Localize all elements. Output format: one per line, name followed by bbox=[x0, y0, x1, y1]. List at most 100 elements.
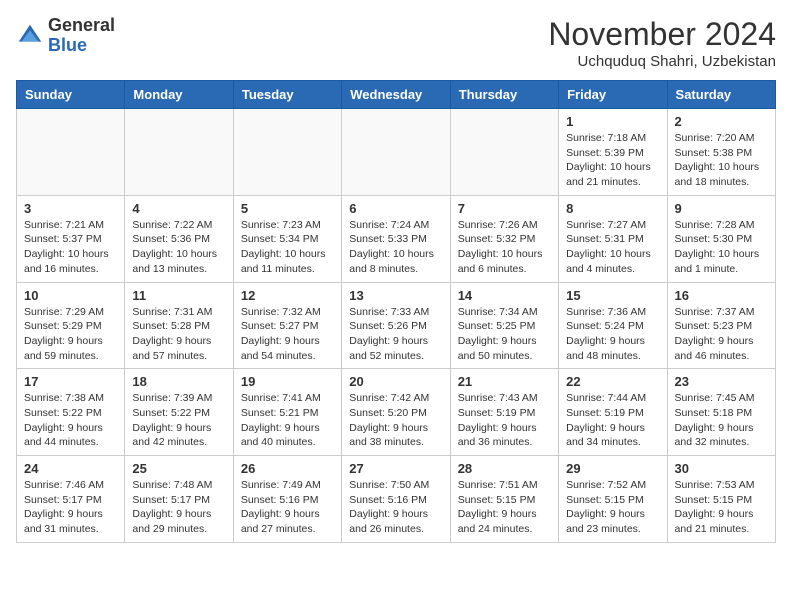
calendar-cell: 13Sunrise: 7:33 AM Sunset: 5:26 PM Dayli… bbox=[342, 282, 450, 369]
day-info: Sunrise: 7:39 AM Sunset: 5:22 PM Dayligh… bbox=[132, 391, 225, 450]
day-info: Sunrise: 7:41 AM Sunset: 5:21 PM Dayligh… bbox=[241, 391, 334, 450]
day-number: 19 bbox=[241, 374, 334, 389]
calendar-cell: 14 Sunrise: 7:34 AM Sunset: 5:25 PM Dayli… bbox=[450, 282, 558, 369]
calendar-cell: 27 Sunrise: 7:50 AM Sunset: 5:16 PM Dayli… bbox=[342, 456, 450, 543]
calendar-cell: 5 Sunrise: 7:23 AM Sunset: 5:34 PM Daylig… bbox=[233, 195, 341, 282]
calendar-cell: 19 Sunrise: 7:41 AM Sunset: 5:21 PM Dayli… bbox=[233, 369, 341, 456]
day-info: Sunrise: 7:21 AM Sunset: 5:37 PM Dayligh… bbox=[24, 218, 117, 277]
day-info: Sunrise: 7:53 AM Sunset: 5:15 PM Dayligh… bbox=[675, 478, 768, 537]
day-info: Sunrise: 7:27 AM Sunset: 5:31 PM Dayligh… bbox=[566, 218, 659, 277]
day-info: Sunrise: 7:28 AM Sunset: 5:30 PM Dayligh… bbox=[675, 218, 768, 277]
day-info: Sunrise: 7:42 AM Sunset: 5:20 PM Dayligh… bbox=[349, 391, 442, 450]
calendar-cell: 11 Sunrise: 7:31 AM Sunset: 5:28 PM Dayli… bbox=[125, 282, 233, 369]
location: Uchquduq Shahri, Uzbekistan bbox=[548, 53, 776, 70]
day-number: 12 bbox=[241, 288, 334, 303]
calendar-cell: 24 Sunrise: 7:46 AM Sunset: 5:17 PM Dayli… bbox=[17, 456, 125, 543]
calendar-cell: 8 Sunrise: 7:27 AM Sunset: 5:31 PM Daylig… bbox=[559, 195, 667, 282]
day-number: 25 bbox=[132, 461, 225, 476]
calendar-week-row: 17Sunrise: 7:38 AM Sunset: 5:22 PM Dayli… bbox=[17, 369, 776, 456]
day-number: 11 bbox=[132, 288, 225, 303]
logo-blue: Blue bbox=[48, 35, 87, 55]
day-info: Sunrise: 7:22 AM Sunset: 5:36 PM Dayligh… bbox=[132, 218, 225, 277]
calendar-cell: 16Sunrise: 7:37 AM Sunset: 5:23 PM Dayli… bbox=[667, 282, 775, 369]
calendar-cell bbox=[125, 109, 233, 196]
day-number: 5 bbox=[241, 201, 334, 216]
day-info: Sunrise: 7:50 AM Sunset: 5:16 PM Dayligh… bbox=[349, 478, 442, 537]
day-number: 10 bbox=[24, 288, 117, 303]
calendar-header-row: SundayMondayTuesdayWednesdayThursdayFrid… bbox=[17, 81, 776, 109]
day-info: Sunrise: 7:52 AM Sunset: 5:15 PM Dayligh… bbox=[566, 478, 659, 537]
day-number: 8 bbox=[566, 201, 659, 216]
day-info: Sunrise: 7:38 AM Sunset: 5:22 PM Dayligh… bbox=[24, 391, 117, 450]
calendar-cell: 23Sunrise: 7:45 AM Sunset: 5:18 PM Dayli… bbox=[667, 369, 775, 456]
logo-general: General bbox=[48, 15, 115, 35]
column-header-sunday: Sunday bbox=[17, 81, 125, 109]
day-info: Sunrise: 7:24 AM Sunset: 5:33 PM Dayligh… bbox=[349, 218, 442, 277]
day-info: Sunrise: 7:23 AM Sunset: 5:34 PM Dayligh… bbox=[241, 218, 334, 277]
day-number: 4 bbox=[132, 201, 225, 216]
day-number: 22 bbox=[566, 374, 659, 389]
day-number: 29 bbox=[566, 461, 659, 476]
calendar-cell: 26 Sunrise: 7:49 AM Sunset: 5:16 PM Dayli… bbox=[233, 456, 341, 543]
calendar-cell bbox=[342, 109, 450, 196]
column-header-tuesday: Tuesday bbox=[233, 81, 341, 109]
calendar-cell: 9 Sunrise: 7:28 AM Sunset: 5:30 PM Daylig… bbox=[667, 195, 775, 282]
day-number: 9 bbox=[675, 201, 768, 216]
column-header-thursday: Thursday bbox=[450, 81, 558, 109]
day-info: Sunrise: 7:36 AM Sunset: 5:24 PM Dayligh… bbox=[566, 305, 659, 364]
calendar-cell: 3 Sunrise: 7:21 AM Sunset: 5:37 PM Daylig… bbox=[17, 195, 125, 282]
month-title: November 2024 bbox=[548, 16, 776, 53]
calendar-week-row: 24 Sunrise: 7:46 AM Sunset: 5:17 PM Dayli… bbox=[17, 456, 776, 543]
calendar-cell: 21 Sunrise: 7:43 AM Sunset: 5:19 PM Dayli… bbox=[450, 369, 558, 456]
calendar-cell: 20Sunrise: 7:42 AM Sunset: 5:20 PM Dayli… bbox=[342, 369, 450, 456]
day-number: 1 bbox=[566, 114, 659, 129]
calendar-week-row: 1 Sunrise: 7:18 AM Sunset: 5:39 PM Daylig… bbox=[17, 109, 776, 196]
logo-text: General Blue bbox=[48, 16, 115, 56]
day-info: Sunrise: 7:51 AM Sunset: 5:15 PM Dayligh… bbox=[458, 478, 551, 537]
day-info: Sunrise: 7:45 AM Sunset: 5:18 PM Dayligh… bbox=[675, 391, 768, 450]
calendar-cell: 29 Sunrise: 7:52 AM Sunset: 5:15 PM Dayli… bbox=[559, 456, 667, 543]
day-info: Sunrise: 7:34 AM Sunset: 5:25 PM Dayligh… bbox=[458, 305, 551, 364]
day-number: 30 bbox=[675, 461, 768, 476]
calendar-cell: 25 Sunrise: 7:48 AM Sunset: 5:17 PM Dayli… bbox=[125, 456, 233, 543]
day-info: Sunrise: 7:49 AM Sunset: 5:16 PM Dayligh… bbox=[241, 478, 334, 537]
day-number: 6 bbox=[349, 201, 442, 216]
column-header-monday: Monday bbox=[125, 81, 233, 109]
day-number: 21 bbox=[458, 374, 551, 389]
calendar-cell: 22Sunrise: 7:44 AM Sunset: 5:19 PM Dayli… bbox=[559, 369, 667, 456]
column-header-friday: Friday bbox=[559, 81, 667, 109]
day-number: 7 bbox=[458, 201, 551, 216]
day-info: Sunrise: 7:48 AM Sunset: 5:17 PM Dayligh… bbox=[132, 478, 225, 537]
calendar-week-row: 3 Sunrise: 7:21 AM Sunset: 5:37 PM Daylig… bbox=[17, 195, 776, 282]
day-number: 26 bbox=[241, 461, 334, 476]
day-info: Sunrise: 7:43 AM Sunset: 5:19 PM Dayligh… bbox=[458, 391, 551, 450]
calendar-cell: 10Sunrise: 7:29 AM Sunset: 5:29 PM Dayli… bbox=[17, 282, 125, 369]
day-info: Sunrise: 7:18 AM Sunset: 5:39 PM Dayligh… bbox=[566, 131, 659, 190]
page-header: General Blue November 2024 Uchquduq Shah… bbox=[16, 16, 776, 70]
calendar-cell: 6 Sunrise: 7:24 AM Sunset: 5:33 PM Daylig… bbox=[342, 195, 450, 282]
calendar-cell bbox=[233, 109, 341, 196]
day-info: Sunrise: 7:26 AM Sunset: 5:32 PM Dayligh… bbox=[458, 218, 551, 277]
calendar-cell: 28 Sunrise: 7:51 AM Sunset: 5:15 PM Dayli… bbox=[450, 456, 558, 543]
day-info: Sunrise: 7:33 AM Sunset: 5:26 PM Dayligh… bbox=[349, 305, 442, 364]
day-info: Sunrise: 7:46 AM Sunset: 5:17 PM Dayligh… bbox=[24, 478, 117, 537]
day-number: 16 bbox=[675, 288, 768, 303]
day-number: 28 bbox=[458, 461, 551, 476]
day-number: 27 bbox=[349, 461, 442, 476]
calendar-cell: 2Sunrise: 7:20 AM Sunset: 5:38 PM Daylig… bbox=[667, 109, 775, 196]
calendar-cell: 7 Sunrise: 7:26 AM Sunset: 5:32 PM Daylig… bbox=[450, 195, 558, 282]
calendar-cell: 15Sunrise: 7:36 AM Sunset: 5:24 PM Dayli… bbox=[559, 282, 667, 369]
calendar-cell: 12Sunrise: 7:32 AM Sunset: 5:27 PM Dayli… bbox=[233, 282, 341, 369]
calendar-cell: 4 Sunrise: 7:22 AM Sunset: 5:36 PM Daylig… bbox=[125, 195, 233, 282]
day-number: 3 bbox=[24, 201, 117, 216]
calendar-cell: 30 Sunrise: 7:53 AM Sunset: 5:15 PM Dayli… bbox=[667, 456, 775, 543]
day-number: 2 bbox=[675, 114, 768, 129]
day-number: 14 bbox=[458, 288, 551, 303]
column-header-wednesday: Wednesday bbox=[342, 81, 450, 109]
calendar-cell bbox=[17, 109, 125, 196]
day-number: 24 bbox=[24, 461, 117, 476]
calendar-week-row: 10Sunrise: 7:29 AM Sunset: 5:29 PM Dayli… bbox=[17, 282, 776, 369]
calendar-cell: 1 Sunrise: 7:18 AM Sunset: 5:39 PM Daylig… bbox=[559, 109, 667, 196]
day-info: Sunrise: 7:31 AM Sunset: 5:28 PM Dayligh… bbox=[132, 305, 225, 364]
title-block: November 2024 Uchquduq Shahri, Uzbekista… bbox=[548, 16, 776, 70]
